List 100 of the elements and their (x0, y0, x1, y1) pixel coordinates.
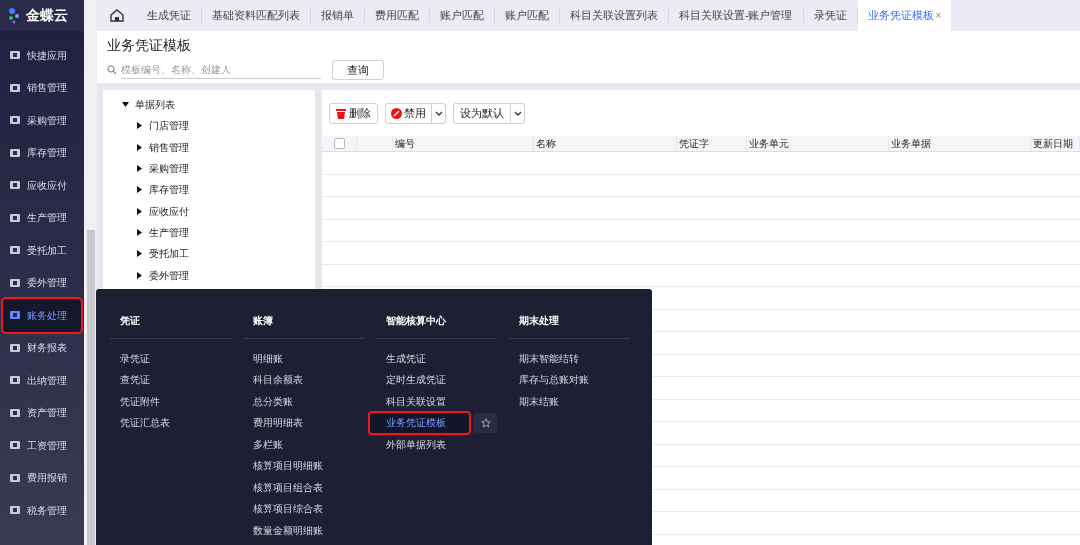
sidebar-item[interactable]: 税务管理 (3, 494, 81, 527)
menu-item[interactable]: 总分类账 (243, 391, 293, 411)
logo-icon (8, 7, 22, 24)
menu-item[interactable]: 凭证汇总表 (110, 412, 170, 433)
menu-group-title: 智能核算中心 (376, 313, 497, 339)
sidebar-item[interactable]: 应收应付 (3, 169, 81, 202)
expanded-icon[interactable] (122, 101, 129, 109)
module-icon (9, 309, 21, 322)
sidebar-item[interactable]: 资产管理 (3, 396, 81, 429)
column-header: 名称 (534, 136, 677, 151)
menu-group-title: 账簿 (243, 313, 364, 339)
home-icon[interactable] (110, 9, 124, 22)
menu-item[interactable]: 明细账 (243, 348, 283, 368)
tab[interactable]: 科目关联设置列表 (560, 8, 669, 23)
tab[interactable]: 报销单 (311, 8, 365, 23)
sidebar-item[interactable]: 账务处理 (3, 299, 81, 332)
module-icon (9, 341, 21, 354)
menu-item[interactable]: 多栏账 (243, 434, 283, 454)
module-icon (9, 276, 21, 289)
column-header: 凭证字 (677, 136, 747, 151)
caret-icon (513, 111, 522, 116)
module-icon (9, 49, 21, 62)
prohibited-icon (391, 108, 402, 119)
menu-item[interactable]: 生成凭证 (376, 348, 426, 368)
menu-item[interactable]: 定时生成凭证 (376, 369, 446, 390)
column-header: 业务单元 (747, 136, 889, 151)
menu-group-title: 期末处理 (509, 313, 630, 339)
delete-button[interactable]: 删除 (329, 103, 378, 124)
tree-item[interactable]: 应收应付 (122, 200, 315, 222)
menu-item[interactable]: 查凭证 (110, 369, 150, 390)
menu-item[interactable]: 期末结账 (509, 391, 559, 411)
menu-item[interactable]: 业务凭证模板 (370, 412, 470, 433)
collapsed-icon[interactable] (136, 207, 143, 215)
module-icon (9, 81, 21, 94)
sidebar-item[interactable]: 快捷应用 (3, 39, 81, 72)
module-icon (9, 146, 21, 159)
dropdown-button[interactable] (432, 103, 446, 124)
sidebar-item[interactable]: 财务报表 (3, 331, 81, 364)
collapsed-icon[interactable] (136, 122, 143, 130)
sidebar-item[interactable]: 采购管理 (3, 104, 81, 137)
menu-item[interactable]: 凭证附件 (110, 391, 160, 411)
menu-item[interactable]: 核算项目综合表 (243, 498, 323, 519)
collapsed-icon[interactable] (136, 250, 143, 258)
column-header: 更新日期 (1031, 136, 1080, 151)
set-default-button[interactable]: 设为默认 (453, 103, 511, 124)
tab[interactable]: 账户匹配 (495, 8, 560, 23)
tree-item[interactable]: 门店管理 (122, 115, 315, 137)
sidebar-item[interactable]: 委外管理 (3, 266, 81, 299)
page-title: 业务凭证模板 (107, 36, 192, 54)
collapsed-icon[interactable] (136, 143, 143, 151)
tree-item[interactable]: 生产管理 (122, 221, 315, 244)
query-button[interactable]: 查询 (332, 60, 384, 80)
module-icon (9, 504, 21, 517)
collapsed-icon[interactable] (136, 186, 143, 194)
tree-item[interactable]: 单据列表 (122, 94, 315, 116)
menu-item[interactable]: 录凭证 (110, 348, 150, 368)
collapsed-icon[interactable] (136, 228, 143, 236)
menu-item[interactable]: 费用明细表 (243, 412, 303, 433)
module-icon (9, 471, 21, 484)
module-icon (9, 374, 21, 387)
sidebar-item[interactable]: 费用报销 (3, 461, 81, 494)
disable-button[interactable]: 禁用 (385, 103, 432, 124)
checkbox[interactable] (333, 138, 345, 149)
menu-item[interactable]: 数量金额明细账 (243, 520, 323, 540)
menu-item[interactable]: 外部单据列表 (376, 434, 446, 454)
tree-item[interactable]: 销售管理 (122, 136, 315, 158)
menu-item[interactable]: 科目关联设置 (376, 391, 446, 411)
brand-name: 金蝶云 (26, 6, 68, 25)
tab[interactable]: 录凭证 (803, 8, 858, 23)
menu-item[interactable]: 库存与总账对账 (509, 369, 589, 390)
tab[interactable]: 基础资料匹配列表 (202, 8, 311, 23)
collapsed-icon[interactable] (136, 165, 143, 173)
tab[interactable]: 账户匹配 (430, 8, 495, 23)
search-field[interactable]: 模板编号、名称、创建人 (121, 61, 321, 79)
sidebar-item[interactable]: 生产管理 (3, 201, 81, 234)
tab[interactable]: 费用匹配 (365, 8, 430, 23)
sidebar-item[interactable]: 出纳管理 (3, 364, 81, 397)
module-icon (9, 114, 21, 127)
sidebar-item[interactable]: 销售管理 (3, 71, 81, 104)
tab[interactable]: 科目关联设置-账户管理 (669, 8, 804, 23)
sidebar-item[interactable]: 库存管理 (3, 136, 81, 169)
collapsed-icon[interactable] (136, 271, 143, 279)
sidebar-item[interactable]: 工资管理 (3, 429, 81, 462)
dropdown-button[interactable] (511, 103, 525, 124)
module-icon (9, 179, 21, 192)
menu-item[interactable]: 期末智能结转 (509, 348, 579, 368)
module-icon (9, 439, 21, 452)
tree-item[interactable]: 采购管理 (122, 157, 315, 180)
tree-item[interactable]: 受托加工 (122, 243, 315, 265)
sidebar-item[interactable]: 受托加工 (3, 234, 81, 267)
tab[interactable]: 生成凭证 (137, 8, 202, 23)
menu-item[interactable]: 科目余额表 (243, 369, 303, 390)
close-icon[interactable]: × (935, 8, 942, 23)
menu-item[interactable]: 核算项目明细账 (243, 455, 323, 476)
menu-item[interactable]: 核算项目组合表 (243, 477, 323, 497)
tree-item[interactable]: 委外管理 (122, 264, 315, 286)
tab[interactable]: 业务凭证模板 × (857, 0, 952, 31)
menu-group-title: 凭证 (110, 313, 231, 339)
tree-item[interactable]: 库存管理 (122, 179, 315, 201)
search-icon (107, 65, 117, 75)
